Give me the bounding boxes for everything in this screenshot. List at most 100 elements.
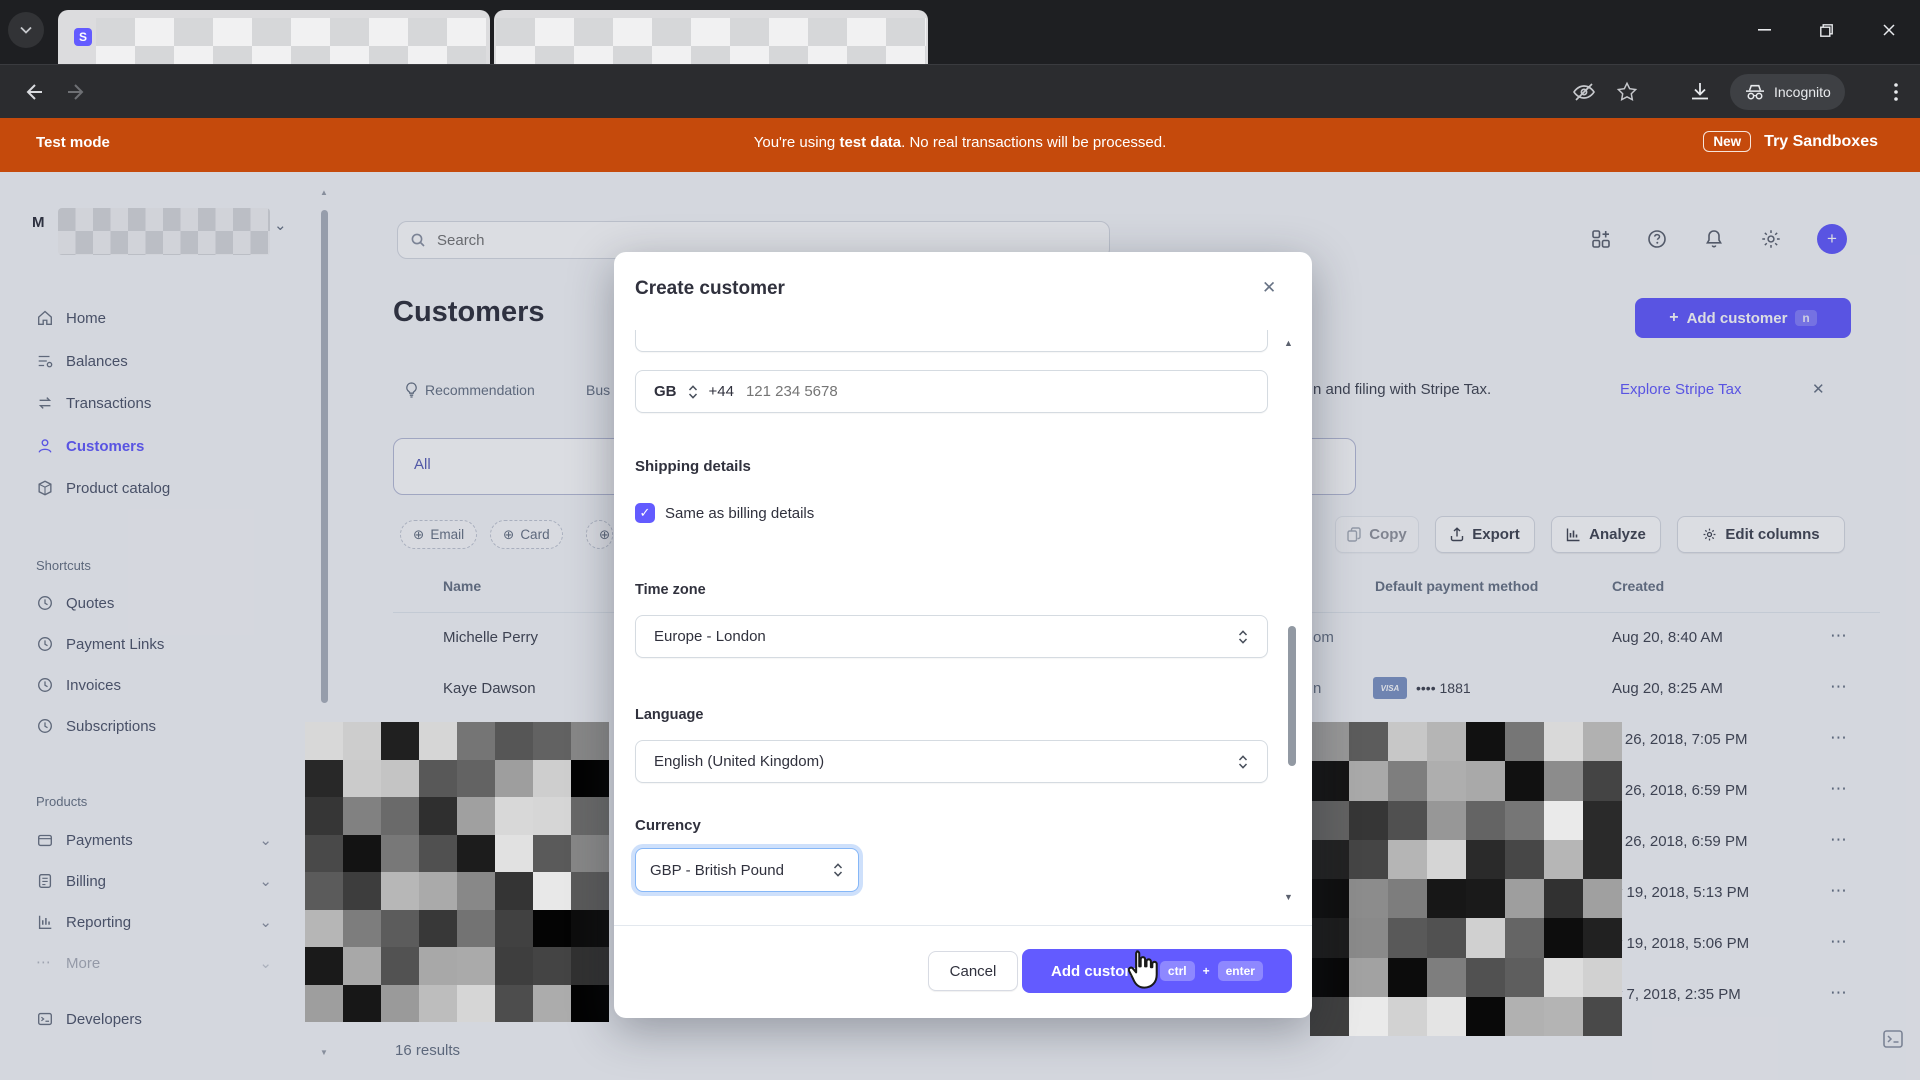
language-select[interactable]: English (United Kingdom) xyxy=(635,740,1268,783)
filter-chip-email[interactable]: ⊕ Email xyxy=(400,520,477,549)
create-menu-button[interactable]: + xyxy=(1817,224,1847,254)
restore-icon xyxy=(1820,24,1833,37)
bell-icon xyxy=(1703,228,1725,250)
close-icon xyxy=(1883,24,1895,36)
created-date: Aug 26, 2018, 7:05 PM xyxy=(1594,731,1794,748)
tab-search-chevron-button[interactable] xyxy=(8,12,44,48)
row-menu-button[interactable]: ⋯ xyxy=(1830,626,1848,646)
bookmark-button[interactable] xyxy=(1616,81,1638,103)
phone-country-select[interactable]: GB xyxy=(654,383,677,400)
modal-scrollbar-thumb[interactable] xyxy=(1288,626,1296,766)
copy-icon xyxy=(1347,527,1361,542)
sandboxes-cta[interactable]: New Try Sandboxes xyxy=(1703,131,1878,152)
export-button[interactable]: Export xyxy=(1435,516,1535,553)
sidebar-item-transactions[interactable]: Transactions xyxy=(36,382,316,424)
sidebar-item-label: Quotes xyxy=(66,595,114,612)
kebab-icon: ⋯ xyxy=(1830,932,1848,951)
help-icon xyxy=(1646,228,1668,250)
phone-number-input[interactable] xyxy=(744,382,1168,401)
minimize-icon xyxy=(1758,29,1771,31)
help-button[interactable] xyxy=(1646,228,1668,250)
modal-scroll-down-arrow[interactable]: ▼ xyxy=(1284,892,1293,902)
redaction-pixelated xyxy=(1310,722,1622,1036)
grid-plus-icon xyxy=(1590,228,1612,250)
downloads-button[interactable] xyxy=(1688,80,1712,104)
incognito-label: Incognito xyxy=(1774,84,1831,100)
window-minimize-button[interactable] xyxy=(1741,10,1787,50)
browser-menu-button[interactable] xyxy=(1886,80,1906,104)
sidebar-item-home[interactable]: Home xyxy=(36,297,316,339)
kebab-icon: ⋯ xyxy=(1830,677,1848,696)
card-last4: •••• 1881 xyxy=(1416,680,1471,696)
incognito-badge: Incognito xyxy=(1730,74,1845,110)
customers-icon xyxy=(36,437,54,455)
notifications-button[interactable] xyxy=(1703,228,1725,250)
currency-select[interactable]: GBP - British Pound xyxy=(635,848,859,892)
clipped-field-above[interactable] xyxy=(635,330,1268,352)
copy-button[interactable]: Copy xyxy=(1335,516,1419,553)
screen: S Incognit xyxy=(0,0,1920,1080)
search-input[interactable] xyxy=(435,231,1039,250)
scroll-down-arrow[interactable]: ▼ xyxy=(320,1048,328,1057)
back-button[interactable] xyxy=(22,81,44,103)
developers-console-button[interactable] xyxy=(1882,1028,1904,1050)
analyze-button[interactable]: Analyze xyxy=(1551,516,1661,553)
sidebar-item-product-catalog[interactable]: Product catalog xyxy=(36,467,316,509)
modal-close-button[interactable]: ✕ xyxy=(1262,278,1276,298)
shortcuts-section-label: Shortcuts xyxy=(36,558,91,573)
add-customer-button[interactable]: + Add customer n xyxy=(1635,298,1851,338)
forward-button[interactable] xyxy=(66,81,88,103)
column-header-name[interactable]: Name xyxy=(443,578,481,594)
test-mode-message: You're using test data. No real transact… xyxy=(0,134,1920,151)
window-restore-button[interactable] xyxy=(1803,10,1849,50)
kebab-icon: ⋯ xyxy=(1830,728,1848,747)
reading-mode-button[interactable] xyxy=(1572,82,1596,102)
account-initial: M xyxy=(32,214,45,231)
account-switcher[interactable]: ⌄ xyxy=(274,216,287,234)
edit-columns-button[interactable]: Edit columns xyxy=(1677,516,1845,553)
try-sandboxes-link[interactable]: Try Sandboxes xyxy=(1764,133,1878,151)
same-as-billing-label[interactable]: Same as billing details xyxy=(665,505,814,522)
triangle-down-icon: ▼ xyxy=(320,1048,328,1057)
browser-tab-2[interactable] xyxy=(494,10,928,64)
modal-body: GB +44 Shipping details ✓ Same as billin… xyxy=(614,330,1312,920)
row-menu-button[interactable]: ⋯ xyxy=(1830,983,1848,1003)
row-menu-button[interactable]: ⋯ xyxy=(1830,728,1848,748)
gear-icon xyxy=(1760,228,1782,250)
sidebar-item-balances[interactable]: Balances xyxy=(36,340,316,382)
created-date: Aug 26, 2018, 6:59 PM xyxy=(1594,833,1794,850)
column-header-payment-method[interactable]: Default payment method xyxy=(1375,578,1538,594)
browser-tab-1[interactable]: S xyxy=(58,10,490,64)
filter-chip-card[interactable]: ⊕ Card xyxy=(490,520,563,549)
message-suffix: . No real transactions will be processed… xyxy=(901,134,1166,151)
customer-name[interactable]: Michelle Perry xyxy=(443,629,538,646)
row-menu-button[interactable]: ⋯ xyxy=(1830,779,1848,799)
tax-banner-close-button[interactable]: ✕ xyxy=(1812,380,1825,398)
tab-title-redacted xyxy=(496,18,926,64)
same-as-billing-checkbox[interactable]: ✓ xyxy=(635,503,655,523)
column-header-created[interactable]: Created xyxy=(1612,578,1664,594)
filter-chip-clipped[interactable]: ⊕ xyxy=(586,520,613,549)
row-menu-button[interactable]: ⋯ xyxy=(1830,830,1848,850)
kbd-enter: enter xyxy=(1218,961,1263,981)
window-close-button[interactable] xyxy=(1866,10,1912,50)
row-menu-button[interactable]: ⋯ xyxy=(1830,881,1848,901)
check-icon: ✓ xyxy=(640,505,651,521)
apps-button[interactable] xyxy=(1590,228,1612,250)
cancel-button[interactable]: Cancel xyxy=(928,951,1018,991)
customer-name[interactable]: Kaye Dawson xyxy=(443,680,536,697)
triangle-up-icon: ▲ xyxy=(1284,338,1293,348)
row-menu-button[interactable]: ⋯ xyxy=(1830,677,1848,697)
scroll-up-arrow[interactable]: ▲ xyxy=(320,188,328,197)
explore-stripe-tax-link[interactable]: Explore Stripe Tax xyxy=(1620,381,1741,398)
tab-all[interactable]: All xyxy=(414,456,431,473)
sidebar-item-customers[interactable]: Customers xyxy=(36,425,316,467)
phone-input[interactable]: GB +44 xyxy=(635,370,1268,413)
row-menu-button[interactable]: ⋯ xyxy=(1830,932,1848,952)
download-icon xyxy=(1688,80,1712,104)
add-circle-icon: ⊕ xyxy=(413,527,424,543)
modal-scroll-up-arrow[interactable]: ▲ xyxy=(1284,338,1293,348)
cancel-label: Cancel xyxy=(950,963,997,980)
timezone-select[interactable]: Europe - London xyxy=(635,615,1268,658)
settings-button[interactable] xyxy=(1760,228,1782,250)
